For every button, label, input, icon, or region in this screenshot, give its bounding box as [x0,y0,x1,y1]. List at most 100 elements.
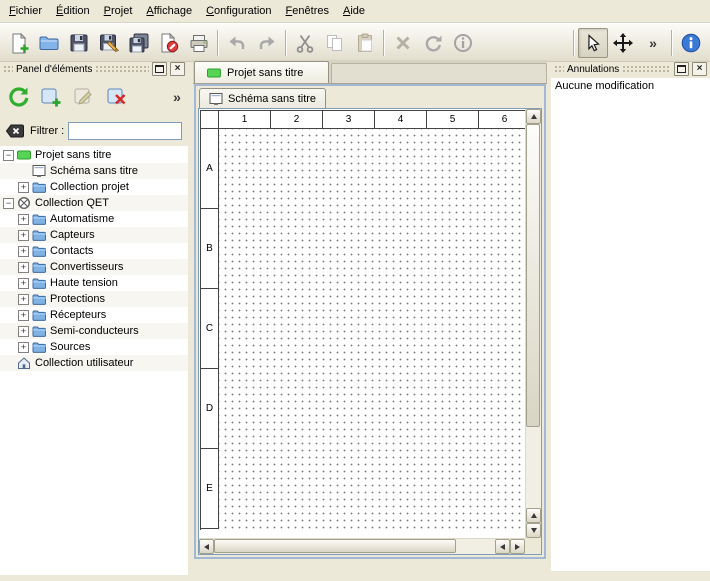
tree-item-sources[interactable]: +Sources [0,339,188,355]
scroll-down-button[interactable] [526,523,541,538]
tree-item-protections[interactable]: + Protections [0,291,188,307]
tree-expander-icon[interactable]: + [18,342,29,353]
scroll-right-button[interactable] [510,539,525,554]
tree-item-capteurs[interactable]: +Capteurs [0,227,188,243]
close-document-button[interactable] [154,28,184,58]
tree-expander-icon[interactable]: + [18,230,29,241]
open-document-button[interactable] [34,28,64,58]
delete-element-button[interactable] [102,83,132,111]
float-dock-button[interactable] [152,62,167,76]
column-label: 4 [375,111,427,129]
reload-collections-button[interactable] [3,83,33,111]
copy-button[interactable] [320,28,350,58]
tree-expander-icon[interactable]: + [18,182,29,193]
menu-item-e-dition[interactable]: Édition [49,2,97,20]
project-icon [207,66,221,80]
menu-item-fene-tres[interactable]: Fenêtres [279,2,336,20]
close-dock-button[interactable]: × [692,62,707,76]
redo-button[interactable] [252,28,282,58]
undo-list-item[interactable]: Aucune modification [551,78,710,96]
tree-expander-icon[interactable]: + [18,310,29,321]
dock-grip [95,65,149,73]
edit-element-button[interactable] [69,83,99,111]
tree-item-automatisme[interactable]: +Automatisme [0,211,188,227]
menu-item-projet[interactable]: Projet [97,2,140,20]
tree-item-sche-ma-sans-titre[interactable]: Schéma sans titre [0,163,188,179]
schema-sheet[interactable]: 123456 ABCDE [200,110,532,530]
tree-item-collection-qet[interactable]: −Collection QET [0,195,188,211]
project-tab[interactable]: Projet sans titre [194,61,329,83]
new-element-button[interactable] [36,83,66,111]
row-label: A [201,129,219,209]
tree-item-haute-tension[interactable]: +Haute tension [0,275,188,291]
tree-expander-icon[interactable]: + [18,262,29,273]
tree-expander-icon[interactable]: + [18,278,29,289]
scroll-up-button-2[interactable] [526,508,541,523]
horizontal-scrollbar[interactable] [199,538,525,554]
folder-icon [32,308,47,322]
clear-filter-button[interactable] [4,122,26,140]
float-dock-button[interactable] [674,62,689,76]
tree-item-contacts[interactable]: +Contacts [0,243,188,259]
home-icon [17,356,32,370]
tree-expander-icon[interactable]: − [3,198,14,209]
menu-item-configuration[interactable]: Configuration [199,2,278,20]
tree-item-semi-conducteurs[interactable]: +Semi-conducteurs [0,323,188,339]
project-tab-label: Projet sans titre [227,67,303,79]
vertical-scroll-track[interactable] [526,124,541,508]
scrollbar-corner [525,538,541,554]
row-label: B [201,209,219,289]
filter-input[interactable] [68,122,182,140]
menu-item-fichier[interactable]: Fichier [2,2,49,20]
scroll-left-button-2[interactable] [495,539,510,554]
undo-panel-titlebar[interactable]: Annulations × [551,60,710,78]
tree-expander-icon[interactable]: + [18,246,29,257]
elements-panel-titlebar[interactable]: Panel d'éléments × [0,60,188,78]
tree-item-re-cepteurs[interactable]: +Récepteurs [0,307,188,323]
scroll-up-button[interactable] [526,109,541,124]
toolbar-separator [285,30,287,56]
tree-item-collection-utilisateur[interactable]: Collection utilisateur [0,355,188,371]
visualisation-mode-button[interactable] [608,28,638,58]
menu-item-affichage[interactable]: Affichage [139,2,199,20]
tree-expander-icon[interactable]: + [18,214,29,225]
tree-item-label: Protections [50,293,105,305]
about-button[interactable] [676,28,706,58]
save-all-button[interactable] [124,28,154,58]
row-label: D [201,369,219,449]
workspace: Projet sans titre Schéma sans titre 1234… [193,60,547,581]
schema-tab[interactable]: Schéma sans titre [199,88,326,108]
vertical-scrollbar[interactable] [525,109,541,538]
menu-item-aide[interactable]: Aide [336,2,372,20]
save-button[interactable] [64,28,94,58]
tree-item-projet-sans-titre[interactable]: −Projet sans titre [0,147,188,163]
undo-button[interactable] [222,28,252,58]
tree-expander-icon[interactable]: + [18,326,29,337]
schema-canvas[interactable] [219,129,531,529]
cut-button[interactable] [290,28,320,58]
selection-mode-button[interactable] [578,28,608,58]
schema-icon [32,164,47,178]
new-document-button[interactable] [4,28,34,58]
tree-item-label: Schéma sans titre [50,165,138,177]
tree-expander-icon[interactable]: − [3,150,14,161]
vertical-scroll-thumb[interactable] [526,124,540,427]
column-label: 1 [219,111,271,129]
scroll-left-button[interactable] [199,539,214,554]
delete-selection-button[interactable] [388,28,418,58]
horizontal-scroll-thumb[interactable] [214,539,456,553]
close-dock-button[interactable]: × [170,62,185,76]
selection-properties-button[interactable] [448,28,478,58]
save-as-button[interactable] [94,28,124,58]
tree-item-convertisseurs[interactable]: +Convertisseurs [0,259,188,275]
paste-button[interactable] [350,28,380,58]
toolbar-overflow-button[interactable]: » [638,28,668,58]
rotate-selection-button[interactable] [418,28,448,58]
print-button[interactable] [184,28,214,58]
tree-item-collection-projet[interactable]: +Collection projet [0,179,188,195]
horizontal-scroll-track[interactable] [214,539,495,554]
elements-toolbar-overflow-button[interactable]: » [169,83,185,111]
tree-expander-icon[interactable]: + [18,294,29,305]
project-window: Schéma sans titre 123456 ABCDE [194,84,546,559]
elements-toolbar: » [0,78,188,116]
